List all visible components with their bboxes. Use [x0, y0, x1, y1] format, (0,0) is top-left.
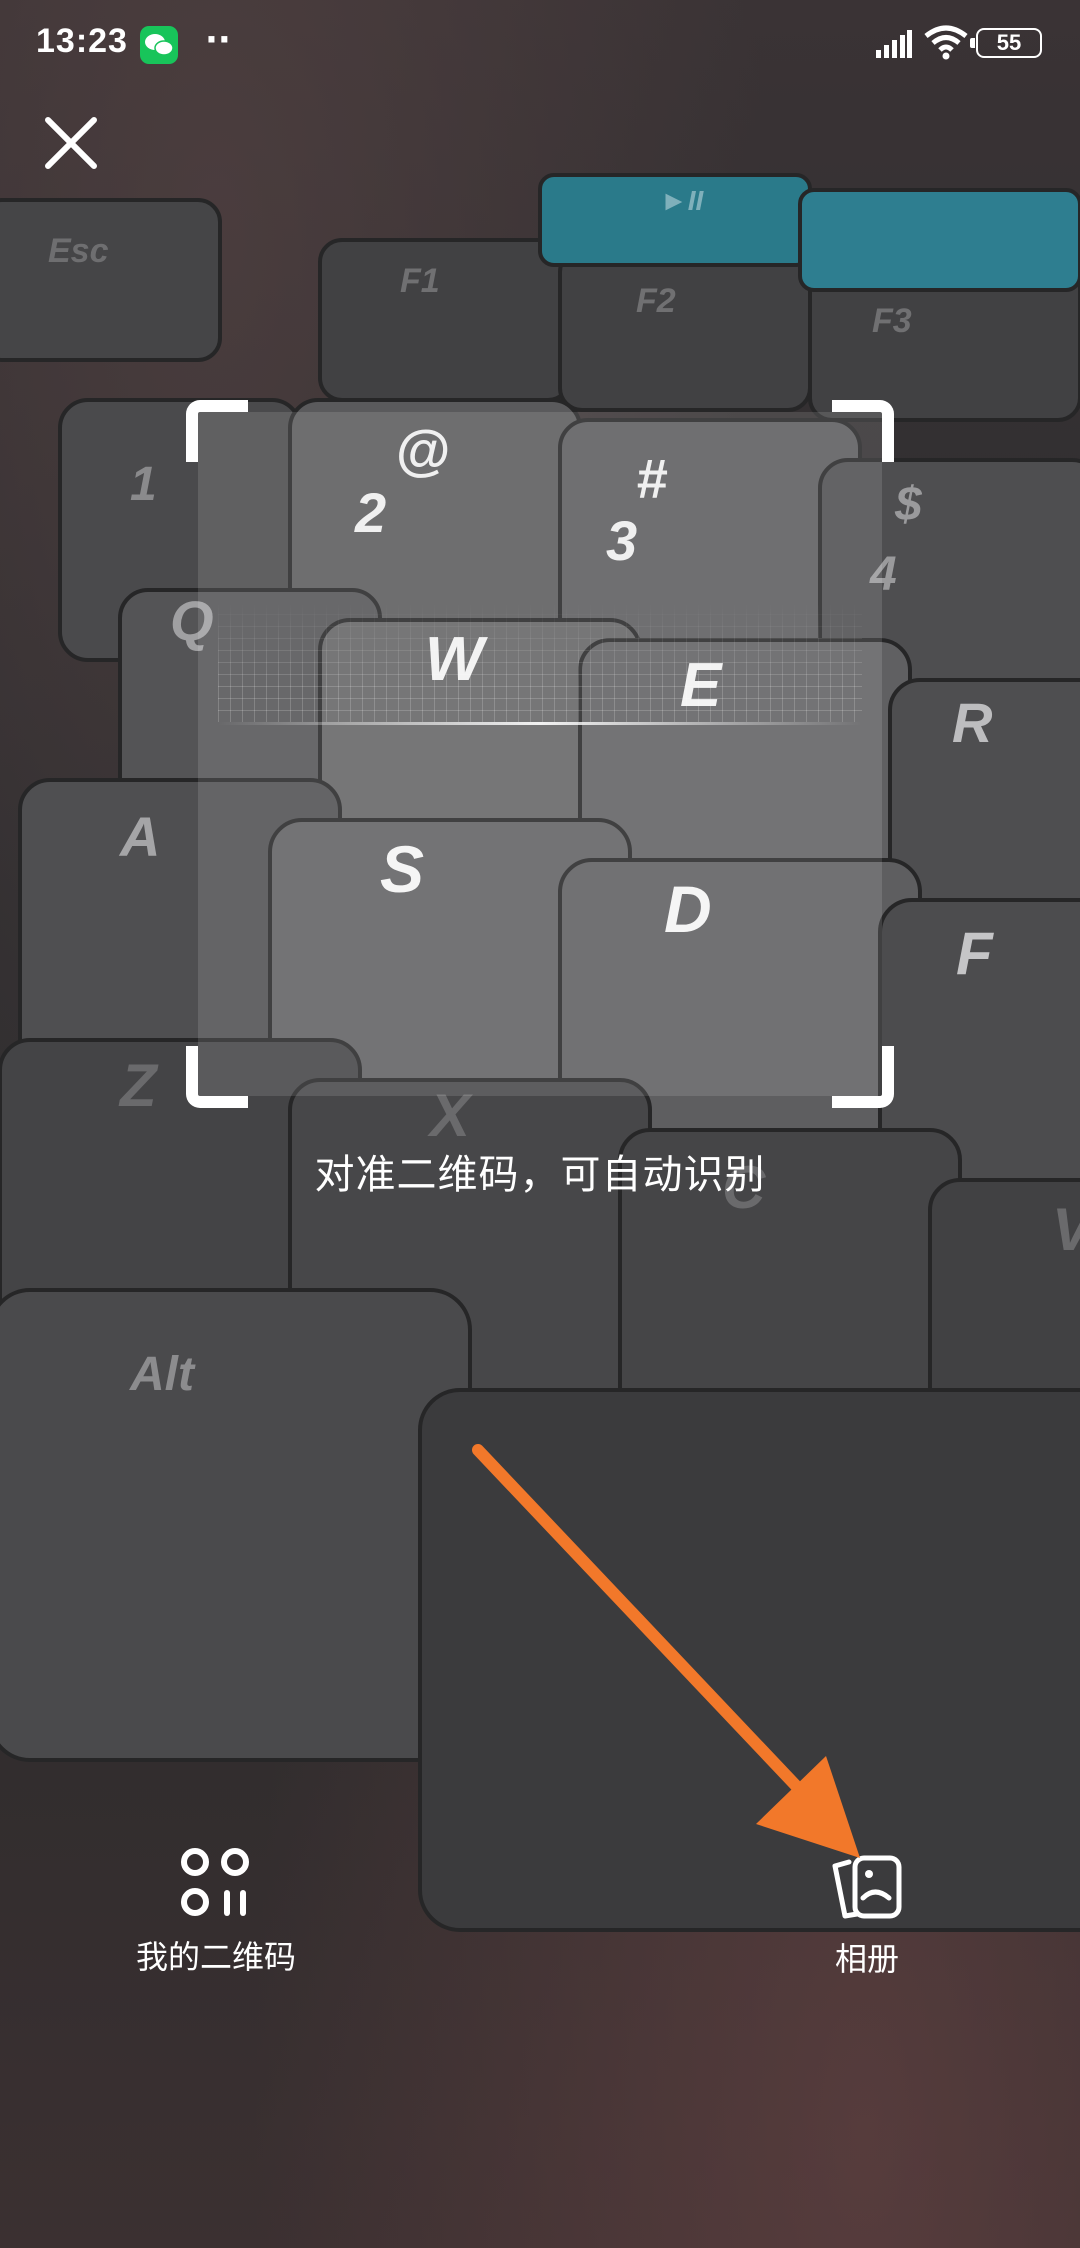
- label-play: ►II: [660, 185, 704, 216]
- album-label: 相册: [834, 1940, 899, 1978]
- scan-line: [218, 722, 862, 725]
- label-alt: Alt: [129, 1348, 196, 1401]
- close-button[interactable]: [40, 112, 102, 174]
- key-f2: [558, 248, 812, 412]
- scan-grid: [218, 602, 862, 722]
- scan-corner-bottom-left: [186, 1046, 248, 1108]
- scan-corner-top-left: [186, 400, 248, 462]
- status-bar: 13:23 ·· 55: [0, 0, 1080, 90]
- scan-corner-top-right: [832, 400, 894, 462]
- wifi-icon: [924, 25, 968, 60]
- scan-corner-bottom-right: [832, 1046, 894, 1108]
- key-esc: [0, 198, 222, 362]
- scan-frame: [186, 400, 894, 1108]
- label-v: V: [1052, 1196, 1080, 1263]
- battery-indicator: 55: [970, 28, 1042, 58]
- label-z: Z: [118, 1052, 159, 1119]
- close-icon: [45, 117, 97, 169]
- wechat-icon: [140, 26, 178, 64]
- label-r: R: [952, 691, 993, 754]
- label-f3: F3: [872, 302, 912, 340]
- album-button[interactable]: 相册: [737, 1854, 997, 1980]
- my-qr-code-label: 我的二维码: [135, 1938, 296, 1976]
- key-f1: [318, 238, 572, 402]
- notification-dots: ··: [205, 20, 231, 60]
- label-dollar: $: [894, 478, 923, 531]
- signal-icon: [876, 30, 912, 58]
- qr-code-icon: [181, 1848, 249, 1916]
- album-icon: [832, 1855, 902, 1919]
- scan-hint: 对准二维码，可自动识别: [314, 1152, 766, 1198]
- status-time: 13:23: [36, 22, 128, 60]
- label-f1: F1: [400, 262, 440, 300]
- label-f: F: [956, 920, 994, 987]
- key-alt: [0, 1288, 472, 1762]
- key-media: [798, 188, 1080, 292]
- key-space: [418, 1388, 1080, 1932]
- my-qr-code-button[interactable]: 我的二维码: [86, 1846, 346, 1978]
- label-a: A: [118, 805, 160, 868]
- label-1: 1: [130, 458, 157, 511]
- label-esc: Esc: [48, 232, 109, 270]
- label-f2: F2: [636, 282, 676, 320]
